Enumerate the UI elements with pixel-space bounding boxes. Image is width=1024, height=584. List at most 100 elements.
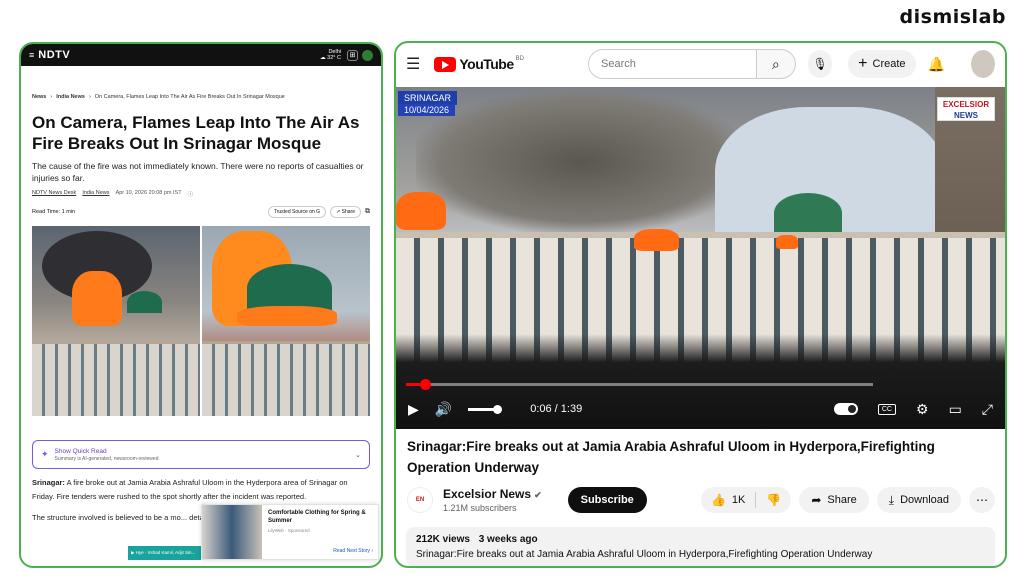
- thumbs-up-icon: 👍: [710, 493, 726, 507]
- captions-icon[interactable]: CC: [877, 403, 896, 415]
- read-next-link[interactable]: Read Next Story ›: [333, 547, 373, 555]
- ndtv-logo[interactable]: NDTV: [38, 49, 70, 61]
- weather-widget[interactable]: Delhi ☁ 32° C: [320, 49, 341, 61]
- ndtv-header: ≡ NDTV Delhi ☁ 32° C ⊞: [21, 44, 381, 66]
- more-dots-icon: ⋯: [976, 493, 988, 507]
- youtube-play-icon: [434, 56, 457, 72]
- channel-avatar[interactable]: EN: [407, 487, 433, 513]
- breadcrumb-news[interactable]: News: [32, 94, 46, 100]
- volume-slider[interactable]: [468, 404, 503, 414]
- view-count: 212K views: [416, 534, 470, 545]
- channel-name[interactable]: Excelsior News ✔: [443, 487, 542, 501]
- article-headline: On Camera, Flames Leap Into The Air As F…: [32, 113, 360, 153]
- ndtv-article-panel: ≡ NDTV Delhi ☁ 32° C ⊞ News › India News…: [19, 42, 383, 568]
- quick-read-toggle[interactable]: ✦ Show Quick Read Summary is AI-generate…: [32, 440, 370, 469]
- ad-sponsor: LilyWeb · Sponsored: [268, 528, 310, 533]
- article-photo: [32, 226, 370, 416]
- more-actions-button[interactable]: ⋯: [969, 487, 995, 513]
- upload-age: 3 weeks ago: [478, 534, 538, 545]
- breadcrumb-separator: ›: [50, 94, 53, 100]
- account-avatar[interactable]: [970, 50, 995, 78]
- sparkle-icon: ✦: [41, 449, 49, 459]
- breadcrumb-separator: ›: [88, 94, 91, 100]
- like-count: 1K: [731, 494, 746, 506]
- video-stats: 212K views 3 weeks ago: [416, 534, 985, 545]
- youtube-header: ☰ YouTube BD Search ⌕ 🎙 + Create 🔔: [396, 43, 1005, 85]
- read-time: Read Time: 1 min: [32, 209, 76, 215]
- like-dislike-group: 👍 1K 👎: [700, 487, 792, 513]
- download-icon: ⤓: [888, 492, 895, 507]
- verified-icon: ✔: [534, 490, 542, 500]
- ad-image: [202, 505, 262, 559]
- share-label: Share: [827, 494, 857, 506]
- country-code: BD: [515, 56, 524, 62]
- video-title: Srinagar:Fire breaks out at Jamia Arabia…: [407, 439, 935, 475]
- hamburger-menu-icon[interactable]: ≡: [29, 50, 34, 60]
- share-button[interactable]: ↗ Share: [330, 206, 361, 218]
- dislike-button[interactable]: 👎: [756, 493, 791, 507]
- weather-temp: ☁ 32° C: [320, 55, 341, 61]
- section-link[interactable]: India News: [82, 190, 109, 198]
- photo-left: [32, 226, 200, 416]
- sponsored-ad[interactable]: Comfortable Clothing for Spring & Summer…: [201, 504, 379, 560]
- watermark-line-2: NEWS: [954, 111, 978, 120]
- mosque-dome: [774, 193, 842, 233]
- play-icon[interactable]: ▶: [408, 401, 419, 418]
- music-ticker[interactable]: ▶ Hye · Irshad Kamil, Arijit Sin...: [128, 546, 208, 560]
- time-display: 0:06 / 1:39: [530, 403, 583, 415]
- like-button[interactable]: 👍 1K: [701, 492, 757, 508]
- microphone-icon: 🎙: [812, 57, 828, 71]
- progress-bar[interactable]: [406, 379, 873, 390]
- info-icon[interactable]: ⓘ: [188, 190, 194, 198]
- publish-date: Apr 10, 2026 20:08 pm IST: [115, 190, 182, 196]
- volume-icon[interactable]: 🔊: [435, 401, 452, 418]
- youtube-panel: ☰ YouTube BD Search ⌕ 🎙 + Create 🔔 SRINA…: [394, 41, 1007, 568]
- youtube-logo[interactable]: YouTube BD: [434, 56, 524, 72]
- article-paragraph-1: Srinagar: A fire broke out at Jamia Arab…: [32, 476, 370, 504]
- dateline: Srinagar:: [32, 478, 65, 487]
- create-button[interactable]: + Create: [848, 50, 916, 78]
- ad-title: Comfortable Clothing for Spring & Summer: [268, 510, 366, 524]
- trusted-source-button[interactable]: Trusted Source on G: [267, 206, 327, 218]
- video-player[interactable]: SRINAGAR 10/04/2026 EXCELSIOR NEWS ▶ 🔊 0…: [396, 87, 1005, 429]
- voice-search-button[interactable]: 🎙: [808, 50, 833, 78]
- author-link[interactable]: NDTV News Desk: [32, 190, 76, 198]
- plus-icon: +: [858, 55, 868, 72]
- breadcrumb-current: On Camera, Flames Leap Into The Air As F…: [94, 94, 285, 100]
- breadcrumb-india-news[interactable]: India News: [56, 94, 85, 100]
- search-icon: ⌕: [771, 55, 780, 72]
- fullscreen-icon[interactable]: ⤢: [982, 401, 993, 418]
- notifications-bell-icon[interactable]: 🔔: [928, 56, 945, 73]
- settings-gear-icon[interactable]: ⚙: [916, 401, 929, 418]
- copy-icon[interactable]: ⧉: [365, 208, 370, 216]
- breadcrumb: News › India News › On Camera, Flames Le…: [32, 94, 370, 100]
- search-button[interactable]: ⌕: [756, 49, 797, 79]
- channel-row: EN Excelsior News ✔ 1.21M subscribers Sub…: [407, 487, 995, 513]
- scrubber-handle[interactable]: [419, 379, 431, 390]
- subscriber-count: 1.21M subscribers: [443, 503, 517, 513]
- dismislab-logo: dismislab: [899, 6, 1006, 28]
- player-controls: ▶ 🔊 0:06 / 1:39 CC ⚙ ▭ ⤢: [396, 397, 1005, 421]
- hamburger-menu-icon[interactable]: ☰: [406, 54, 420, 74]
- description-text: Srinagar:Fire breaks out at Jamia Arabia…: [416, 549, 873, 560]
- watermark-line-1: EXCELSIOR: [942, 100, 990, 109]
- channel-name-text: Excelsior News: [443, 487, 532, 501]
- excelsior-news-watermark: EXCELSIOR NEWS: [937, 97, 995, 121]
- miniplayer-icon[interactable]: ▭: [949, 401, 962, 418]
- subscribe-button[interactable]: Subscribe: [567, 487, 647, 513]
- quick-read-title: Show Quick Read: [54, 447, 107, 455]
- apps-grid-icon[interactable]: ⊞: [347, 49, 358, 61]
- article-subhead: The cause of the fire was not immediatel…: [32, 161, 364, 183]
- thumbs-down-icon: 👎: [766, 493, 782, 507]
- download-button[interactable]: ⤓ Download: [876, 487, 961, 513]
- search-input[interactable]: Search: [588, 49, 757, 79]
- quick-read-subtitle: Summary is AI-generated, newsroom-review…: [54, 455, 159, 462]
- autoplay-toggle[interactable]: [833, 403, 858, 415]
- share-button[interactable]: ➦ Share: [799, 487, 869, 513]
- description-box[interactable]: 212K views 3 weeks ago Srinagar:Fire bre…: [406, 527, 995, 566]
- profile-avatar[interactable]: [362, 49, 373, 61]
- article-meta-row: Read Time: 1 min Trusted Source on G ↗ S…: [32, 206, 370, 218]
- chevron-down-icon: ⌄: [355, 451, 361, 459]
- date-overlay: 10/04/2026: [398, 104, 456, 116]
- article-byline: NDTV News Desk India News Apr 10, 2026 2…: [32, 190, 370, 198]
